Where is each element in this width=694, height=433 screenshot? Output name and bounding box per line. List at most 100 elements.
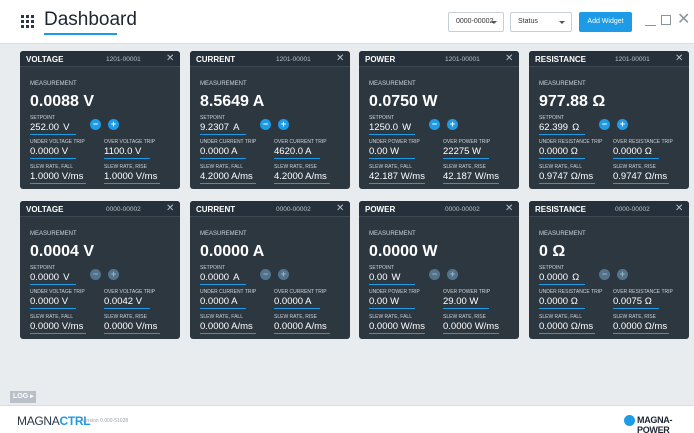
apps-grid-icon[interactable] [21, 15, 34, 28]
status-select[interactable]: Status [510, 12, 572, 32]
decrement-button[interactable]: − [90, 269, 101, 280]
increment-button[interactable]: + [617, 269, 628, 280]
over-trip-input[interactable]: 22275 W [443, 146, 481, 157]
close-widget-icon[interactable]: ✕ [505, 53, 513, 64]
slew-rise-input[interactable]: 0.0000 V/ms [104, 321, 157, 332]
decrement-button[interactable]: − [599, 119, 610, 130]
setpoint-input[interactable]: 62.399 Ω [539, 122, 579, 133]
setpoint-input[interactable]: 1250.0 W [369, 122, 411, 133]
over-trip-input[interactable]: 0.0000 A [274, 296, 312, 307]
over-trip-underline [613, 158, 659, 159]
widget-card: CURRENT 0000-00002 ✕ MEASUREMENT 0.0000 A SET… [190, 201, 350, 339]
setpoint-underline [200, 134, 246, 135]
under-trip-input[interactable]: 0.0000 A [200, 296, 238, 307]
slew-rise-underline [274, 183, 330, 184]
slew-fall-input[interactable]: 0.0000 A/ms [200, 321, 253, 332]
over-trip-label: OVER CURRENT TRIP [274, 289, 327, 295]
measurement-label: MEASUREMENT [30, 231, 77, 237]
under-trip-input[interactable]: 0.00 W [369, 146, 399, 157]
slew-rise-input[interactable]: 1.0000 V/ms [104, 171, 157, 182]
slew-rise-input[interactable]: 0.0000 A/ms [274, 321, 327, 332]
setpoint-value: 252.00 [30, 122, 60, 133]
under-trip-input[interactable]: 0.0000 A [200, 146, 238, 157]
slew-rise-input[interactable]: 0.9747 Ω/ms [613, 171, 667, 182]
setpoint-input[interactable]: 0.0000 Ω [539, 272, 579, 283]
setpoint-label: SETPOINT [369, 265, 395, 271]
close-widget-icon[interactable]: ✕ [505, 203, 513, 214]
title-underline [44, 33, 117, 35]
over-trip-input[interactable]: 4620.0 A [274, 146, 312, 157]
increment-button[interactable]: + [617, 119, 628, 130]
under-trip-input[interactable]: 0.00 W [369, 296, 399, 307]
over-trip-input[interactable]: 1100.0 V [104, 146, 141, 157]
widget-header: CURRENT 1201-00001 ✕ [190, 51, 350, 67]
increment-button[interactable]: + [278, 119, 289, 130]
setpoint-input[interactable]: 9.2307 A [200, 122, 239, 133]
close-widget-icon[interactable]: ✕ [675, 53, 683, 64]
over-trip-input[interactable]: 0.0075 Ω [613, 296, 652, 307]
close-widget-icon[interactable]: ✕ [166, 53, 174, 64]
slew-rise-underline [274, 333, 330, 334]
over-trip-input[interactable]: 0.0000 Ω [613, 146, 652, 157]
over-trip-input[interactable]: 0.0042 V [104, 296, 142, 307]
over-trip-underline [104, 308, 150, 309]
setpoint-input[interactable]: 0.0000 A [200, 272, 239, 283]
minimize-icon[interactable] [645, 25, 656, 26]
slew-fall-input[interactable]: 0.9747 Ω/ms [539, 171, 593, 182]
setpoint-input[interactable]: 0.00 W [369, 272, 400, 283]
under-trip-input[interactable]: 0.0000 V [30, 296, 68, 307]
setpoint-input[interactable]: 0.0000 V [30, 272, 69, 283]
setpoint-underline [30, 284, 76, 285]
decrement-button[interactable]: − [429, 119, 440, 130]
slew-fall-input[interactable]: 0.0000 Ω/ms [539, 321, 593, 332]
measurement-label: MEASUREMENT [200, 231, 247, 237]
slew-rise-input[interactable]: 42.187 W/ms [443, 171, 499, 182]
increment-button[interactable]: + [447, 119, 458, 130]
under-trip-input[interactable]: 0.0000 Ω [539, 146, 578, 157]
setpoint-underline [539, 284, 585, 285]
slew-rise-underline [443, 333, 499, 334]
slew-fall-input[interactable]: 4.2000 A/ms [200, 171, 253, 182]
increment-button[interactable]: + [447, 269, 458, 280]
slew-fall-input[interactable]: 1.0000 V/ms [30, 171, 83, 182]
maximize-icon[interactable] [661, 15, 671, 25]
close-widget-icon[interactable]: ✕ [166, 203, 174, 214]
under-trip-input[interactable]: 0.0000 V [30, 146, 68, 157]
under-trip-label: UNDER RESISTANCE TRIP [539, 289, 603, 295]
brand-logo: MAGNACTRL [17, 414, 91, 428]
measurement-label: MEASUREMENT [200, 81, 247, 87]
decrement-button[interactable]: − [429, 269, 440, 280]
close-widget-icon[interactable]: ✕ [675, 203, 683, 214]
widget-header: RESISTANCE 0000-00002 ✕ [529, 201, 689, 217]
under-trip-input[interactable]: 0.0000 Ω [539, 296, 578, 307]
measurement-label: MEASUREMENT [30, 81, 77, 87]
slew-rise-input[interactable]: 0.0000 W/ms [443, 321, 499, 332]
increment-button[interactable]: + [278, 269, 289, 280]
decrement-button[interactable]: − [90, 119, 101, 130]
over-trip-input[interactable]: 29.00 W [443, 296, 478, 307]
slew-fall-label: SLEW RATE, FALL [369, 164, 412, 170]
increment-button[interactable]: + [108, 269, 119, 280]
setpoint-unit: A [233, 272, 240, 283]
setpoint-underline [369, 134, 415, 135]
device-select[interactable]: 0000-00002 [448, 12, 504, 32]
close-window-icon[interactable]: ✕ [677, 10, 690, 30]
setpoint-input[interactable]: 252.00 V [30, 122, 69, 133]
slew-rise-input[interactable]: 4.2000 A/ms [274, 171, 327, 182]
widget-title: CURRENT [196, 55, 236, 64]
widget-grid: VOLTAGE 1201-00001 ✕ MEASUREMENT 0.0088 V SET… [0, 44, 694, 389]
close-widget-icon[interactable]: ✕ [336, 53, 344, 64]
close-widget-icon[interactable]: ✕ [336, 203, 344, 214]
slew-fall-input[interactable]: 0.0000 V/ms [30, 321, 83, 332]
decrement-button[interactable]: − [599, 269, 610, 280]
log-toggle-button[interactable]: LOG ▸ [10, 391, 36, 403]
slew-fall-input[interactable]: 0.0000 W/ms [369, 321, 425, 332]
increment-button[interactable]: + [108, 119, 119, 130]
add-widget-button[interactable]: Add Widget [579, 12, 632, 32]
decrement-button[interactable]: − [260, 119, 271, 130]
slew-fall-label: SLEW RATE, FALL [539, 164, 582, 170]
measurement-value: 0.0750 W [369, 93, 438, 110]
slew-fall-input[interactable]: 42.187 W/ms [369, 171, 425, 182]
decrement-button[interactable]: − [260, 269, 271, 280]
slew-rise-input[interactable]: 0.0000 Ω/ms [613, 321, 667, 332]
